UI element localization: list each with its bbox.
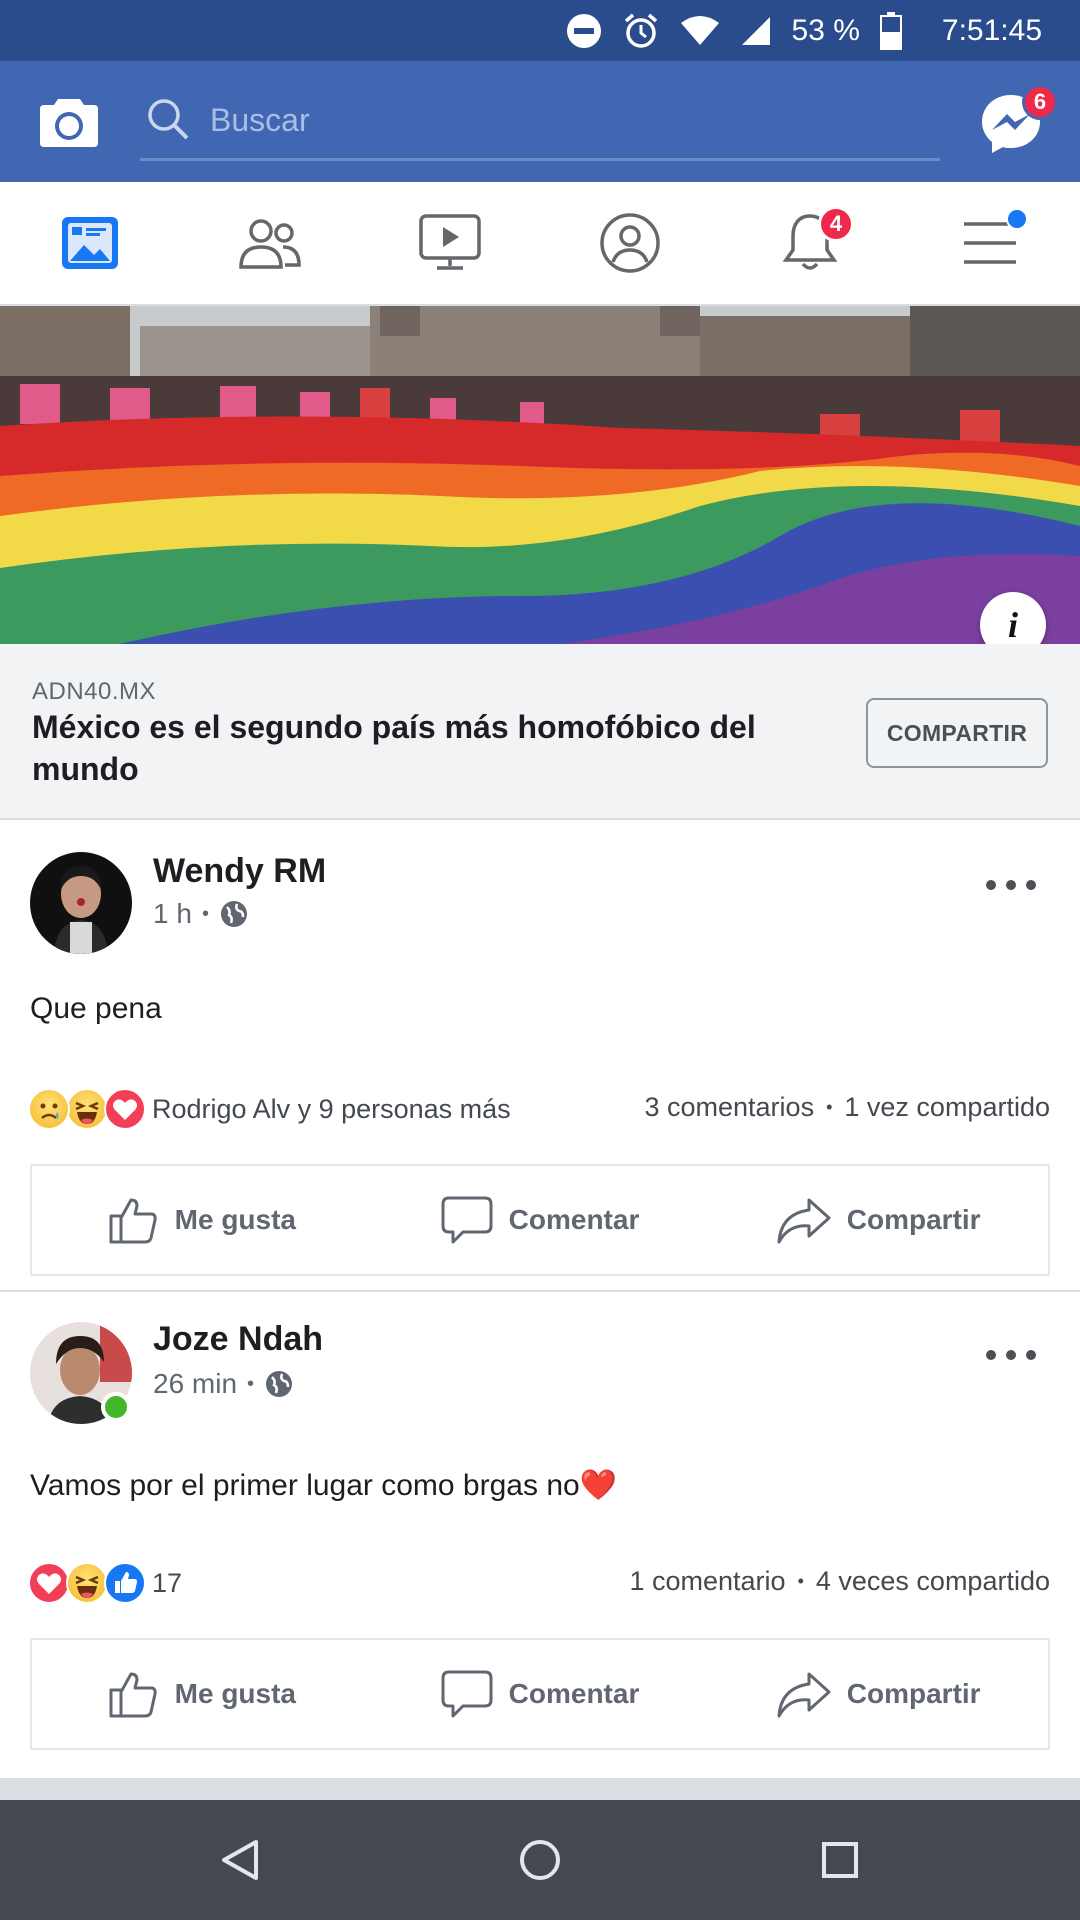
post-text: Vamos por el primer lugar como brgas no❤… [30, 1469, 618, 1502]
reactions-text: Rodrigo Alv y 9 personas más [152, 1093, 511, 1124]
system-navigation-bar [0, 1800, 1080, 1920]
share-label: Compartir [846, 1678, 981, 1709]
share-arrow-icon [777, 1672, 831, 1718]
post-meta: 1 h • [153, 898, 249, 930]
link-preview-image[interactable] [0, 306, 1080, 644]
feed-bottom-strip [0, 1778, 1080, 1800]
reactions-summary[interactable]: Rodrigo Alv y 9 personas más [28, 1086, 511, 1132]
comment-button[interactable]: Comentar [371, 1166, 710, 1274]
comment-icon [441, 1670, 493, 1718]
camera-icon[interactable] [38, 91, 100, 153]
reactions-summary[interactable]: 17 [28, 1560, 182, 1606]
globe-icon [266, 1371, 293, 1397]
globe-icon [220, 901, 247, 927]
engagement-counts[interactable]: 1 comentario • 4 veces compartido [629, 1566, 1050, 1597]
tab-watch[interactable] [360, 182, 540, 304]
post-time[interactable]: 26 min [153, 1368, 237, 1400]
haha-reaction-icon [66, 1088, 108, 1130]
meta-separator: • [247, 1372, 255, 1395]
meta-separator: • [201, 902, 209, 925]
news-feed-icon [62, 217, 118, 269]
post-time[interactable]: 1 h [153, 898, 192, 930]
recents-icon[interactable] [810, 1830, 870, 1890]
love-reaction-icon [104, 1088, 146, 1130]
status-bar: 53 % 7:51:45 [0, 0, 1080, 61]
search-bar[interactable] [140, 81, 940, 161]
back-icon[interactable] [210, 1830, 270, 1890]
battery-icon [879, 11, 902, 50]
like-button[interactable]: Me gusta [32, 1166, 371, 1274]
shares-count[interactable]: 1 vez compartido [844, 1092, 1050, 1123]
like-button[interactable]: Me gusta [32, 1640, 371, 1748]
online-status-icon [101, 1392, 131, 1422]
share-button[interactable]: Compartir [709, 1640, 1048, 1748]
do-not-disturb-icon [566, 13, 602, 49]
battery-percent: 53 % [791, 13, 860, 47]
share-label: Compartir [846, 1204, 981, 1235]
watch-icon [419, 214, 481, 270]
post-card: Joze Ndah 26 min • Vamos por el primer l… [0, 1292, 1080, 1778]
friends-icon [239, 219, 301, 269]
profile-icon [600, 213, 660, 273]
tab-profile[interactable] [540, 182, 720, 304]
share-button[interactable]: Compartir [709, 1166, 1048, 1274]
wifi-icon [680, 15, 720, 47]
avatar[interactable] [30, 852, 132, 954]
alarm-icon [622, 12, 660, 50]
comments-count[interactable]: 3 comentarios [644, 1092, 814, 1123]
messenger-badge: 6 [1022, 84, 1058, 120]
like-label: Me gusta [174, 1678, 297, 1709]
counts-separator: • [826, 1097, 833, 1117]
haha-reaction-icon [66, 1562, 108, 1604]
top-app-bar: 6 [0, 61, 1080, 182]
post-card: Wendy RM 1 h • Que pena Rodrigo Alv y 9 … [0, 820, 1080, 1290]
tab-friends[interactable] [180, 182, 360, 304]
link-preview-meta[interactable]: ADN40.MX México es el segundo país más h… [0, 644, 1080, 820]
comments-count[interactable]: 1 comentario [629, 1566, 785, 1597]
post-options-button[interactable] [986, 870, 1036, 900]
clock: 7:51:45 [941, 13, 1042, 47]
link-title[interactable]: México es el segundo país más homofóbico… [32, 706, 812, 790]
notifications-badge: 4 [818, 206, 854, 242]
post-meta: 26 min • [153, 1368, 294, 1400]
post-author[interactable]: Wendy RM [153, 852, 326, 891]
tab-news-feed[interactable] [0, 182, 180, 304]
nav-tabs: 4 [0, 182, 1080, 306]
search-icon [148, 99, 189, 140]
share-arrow-icon [777, 1198, 831, 1244]
sad-reaction-icon [28, 1088, 70, 1130]
comment-button[interactable]: Comentar [371, 1640, 710, 1748]
post-actions: Me gusta Comentar Compartir [30, 1164, 1050, 1276]
menu-notification-dot [1006, 208, 1028, 230]
reactions-count: 17 [152, 1567, 183, 1598]
like-label: Me gusta [174, 1204, 297, 1235]
tab-notifications[interactable]: 4 [720, 182, 900, 304]
thumbs-up-icon [109, 1198, 157, 1244]
post-actions: Me gusta Comentar Compartir [30, 1638, 1050, 1750]
tab-menu[interactable] [900, 182, 1080, 304]
comment-label: Comentar [508, 1678, 640, 1709]
love-reaction-icon [28, 1562, 70, 1604]
search-input[interactable] [210, 95, 910, 145]
like-reaction-icon [104, 1562, 146, 1604]
post-options-button[interactable] [986, 1340, 1036, 1370]
cell-signal-icon [740, 15, 772, 47]
home-icon[interactable] [510, 1830, 570, 1890]
post-text: Que pena [30, 992, 162, 1025]
thumbs-up-icon [109, 1672, 157, 1718]
comment-label: Comentar [508, 1204, 640, 1235]
engagement-counts[interactable]: 3 comentarios • 1 vez compartido [644, 1092, 1050, 1123]
comment-icon [441, 1196, 493, 1244]
shares-count[interactable]: 4 veces compartido [816, 1566, 1050, 1597]
counts-separator: • [797, 1571, 804, 1591]
share-link-button[interactable]: COMPARTIR [866, 698, 1048, 768]
link-source: ADN40.MX [32, 678, 157, 705]
post-author[interactable]: Joze Ndah [153, 1320, 323, 1359]
